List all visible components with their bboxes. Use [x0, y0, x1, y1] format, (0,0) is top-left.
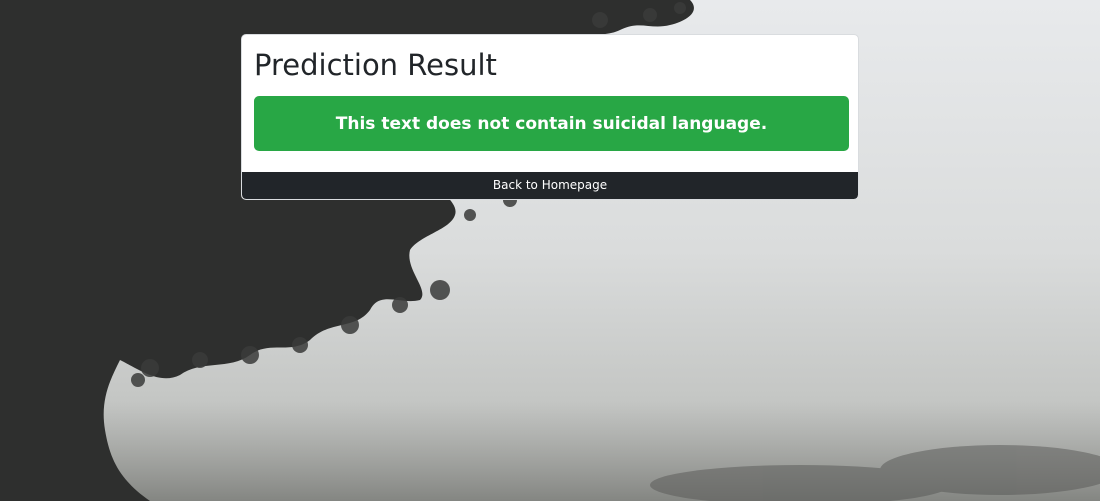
page: Prediction Result This text does not con…	[0, 0, 1100, 501]
back-to-homepage-button[interactable]: Back to Homepage	[242, 172, 858, 199]
success-alert: This text does not contain suicidal lang…	[254, 96, 849, 151]
page-title: Prediction Result	[254, 48, 497, 82]
result-message: This text does not contain suicidal lang…	[335, 113, 768, 134]
prediction-card: Prediction Result This text does not con…	[241, 34, 859, 200]
